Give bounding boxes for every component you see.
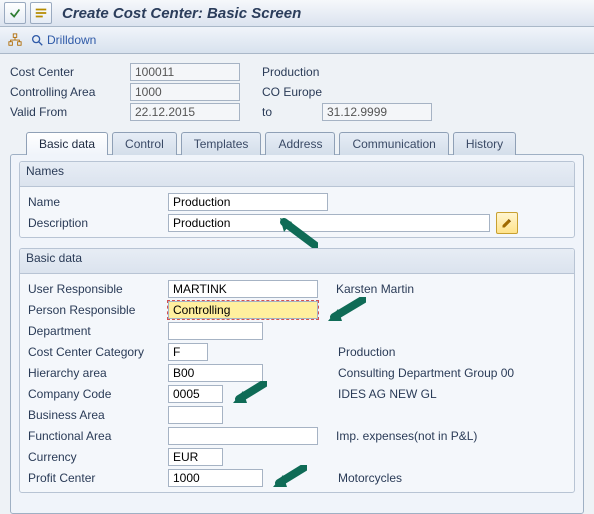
tab-address[interactable]: Address [265,132,335,155]
controlling-area-text: CO Europe [262,85,322,99]
user-responsible-field[interactable] [168,280,318,298]
functional-area-text: Imp. expenses(not in P&L) [336,429,477,443]
name-label: Name [26,195,168,209]
tab-basic-data[interactable]: Basic data [26,132,108,155]
group-names: Names Name Description [19,161,575,238]
business-area-label: Business Area [26,408,168,422]
hierarchy-label: Hierarchy area [26,366,168,380]
toolbar-check-button[interactable] [4,2,26,24]
tab-templates[interactable]: Templates [181,132,262,155]
person-responsible-field[interactable] [168,301,318,319]
org-structure-button[interactable] [8,33,22,47]
profit-center-field[interactable] [168,469,263,487]
description-edit-button[interactable] [496,212,518,234]
functional-area-label: Functional Area [26,429,168,443]
controlling-area-field[interactable] [130,83,240,101]
header-block: Cost Center Production Controlling Area … [0,54,594,124]
toolbar-menu-button[interactable] [30,2,52,24]
department-label: Department [26,324,168,338]
name-field[interactable] [168,193,328,211]
profit-center-text: Motorcycles [338,471,402,485]
title-toolbar: Create Cost Center: Basic Screen [0,0,594,27]
user-responsible-label: User Responsible [26,282,168,296]
drilldown-button[interactable]: Drilldown [30,33,96,47]
hierarchy-text: Consulting Department Group 00 [338,366,514,380]
business-area-field[interactable] [168,406,223,424]
valid-to-field[interactable] [322,103,432,121]
description-label: Description [26,216,168,230]
description-field[interactable] [168,214,490,232]
cc-category-label: Cost Center Category [26,345,168,359]
cost-center-field[interactable] [130,63,240,81]
currency-label: Currency [26,450,168,464]
tab-panel-basic: Names Name Description Basic data [10,154,584,514]
cost-center-text: Production [262,65,319,79]
cc-category-field[interactable] [168,343,208,361]
person-responsible-label: Person Responsible [26,303,168,317]
valid-from-field[interactable] [130,103,240,121]
company-code-label: Company Code [26,387,168,401]
controlling-area-label: Controlling Area [10,85,130,99]
cc-category-text: Production [338,345,395,359]
annotation-arrow-icon [271,465,307,491]
drilldown-label: Drilldown [47,33,96,47]
functional-area-field[interactable] [168,427,318,445]
department-field[interactable] [168,322,263,340]
page-title: Create Cost Center: Basic Screen [62,5,301,22]
tab-control[interactable]: Control [112,132,177,155]
group-names-title: Names [20,162,574,187]
company-code-field[interactable] [168,385,223,403]
valid-from-label: Valid From [10,105,130,119]
currency-field[interactable] [168,448,223,466]
tab-history[interactable]: History [453,132,516,155]
tab-communication[interactable]: Communication [339,132,448,155]
cost-center-label: Cost Center [10,65,130,79]
group-basic-data: Basic data User Responsible Karsten Mart… [19,248,575,493]
hierarchy-field[interactable] [168,364,263,382]
pencil-icon [501,217,513,229]
user-responsible-text: Karsten Martin [336,282,414,296]
valid-to-label: to [262,105,302,119]
profit-center-label: Profit Center [26,471,168,485]
company-code-text: IDES AG NEW GL [338,387,437,401]
tab-strip: Basic data Control Templates Address Com… [0,130,594,154]
sub-toolbar: Drilldown [0,27,594,54]
group-basic-title: Basic data [20,249,574,274]
